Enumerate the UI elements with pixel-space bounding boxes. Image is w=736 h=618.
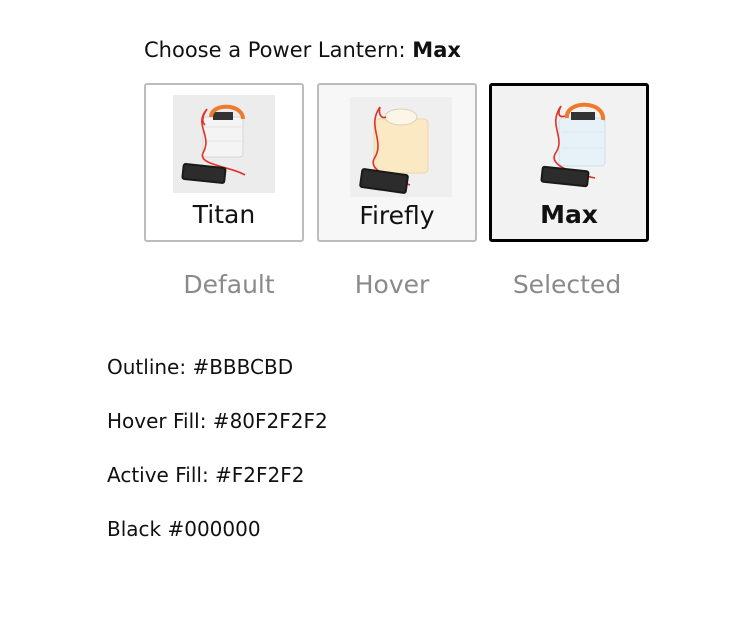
spec-active-fill-color: Active Fill: #F2F2F2 — [107, 463, 305, 487]
spec-outline-color: Outline: #BBBCBD — [107, 355, 294, 379]
firefly-lantern-image — [350, 97, 452, 197]
lantern-option-firefly[interactable]: Firefly — [317, 83, 477, 242]
titan-lantern-image — [173, 95, 275, 193]
state-label-hover: Hover — [354, 270, 430, 299]
state-label-selected: Selected — [512, 270, 622, 299]
spec-black-color: Black #000000 — [107, 517, 261, 541]
lantern-option-titan[interactable]: Titan — [144, 83, 304, 242]
max-lantern-image — [525, 94, 621, 194]
titan-label: Titan — [192, 200, 256, 229]
spec-hover-fill-color: Hover Fill: #80F2F2F2 — [107, 409, 328, 433]
lantern-option-max[interactable]: Max — [489, 83, 649, 242]
lantern-chooser-heading: Choose a Power Lantern: Max — [144, 36, 461, 64]
selected-lantern-name: Max — [412, 38, 461, 62]
max-label: Max — [540, 200, 598, 229]
state-label-default: Default — [183, 270, 275, 299]
firefly-label: Firefly — [359, 201, 435, 230]
heading-prefix: Choose a Power Lantern: — [144, 38, 406, 62]
